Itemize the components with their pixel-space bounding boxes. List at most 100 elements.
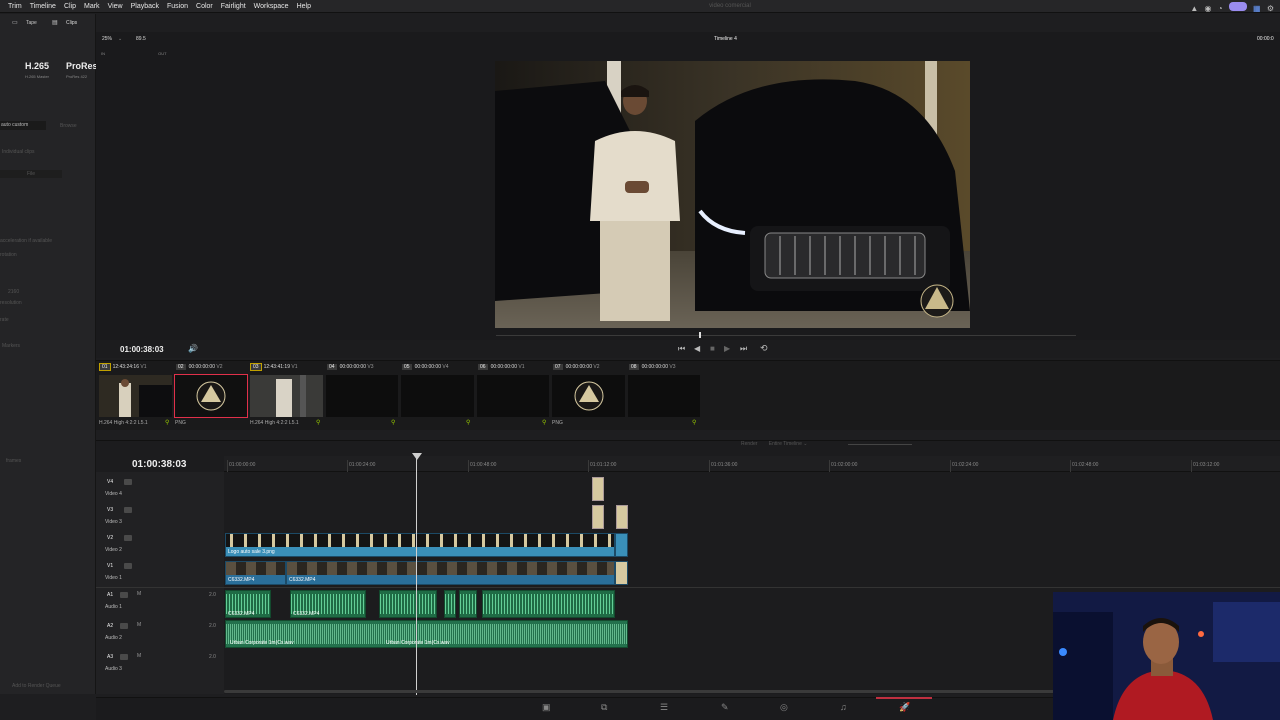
loop-icon[interactable]: ⟲ xyxy=(760,343,768,354)
menu-workspace[interactable]: Workspace xyxy=(250,0,293,13)
clip-thumbnail-7[interactable] xyxy=(552,375,625,417)
track-header-v1[interactable]: V1 Video 1 xyxy=(96,560,224,586)
timeline-clip-v1b[interactable]: C6332.MP4 xyxy=(286,561,615,585)
tape-icon[interactable]: ▭ xyxy=(12,19,18,26)
lock-icon[interactable] xyxy=(124,507,132,513)
viewer-timecode[interactable]: 01:00:38:03 xyxy=(120,345,164,354)
volume-icon[interactable]: 🔊 xyxy=(188,344,198,353)
menu-trim[interactable]: Trim xyxy=(4,0,26,13)
menu-fairlight[interactable]: Fairlight xyxy=(217,0,250,13)
clip-thumbnail-5[interactable] xyxy=(401,375,474,417)
timeline-clip-v1a[interactable]: C6332.MP4 xyxy=(225,561,286,585)
menu-timeline[interactable]: Timeline xyxy=(26,0,60,13)
format-prores[interactable]: ProRes ProRes 422 xyxy=(66,61,96,79)
file-field[interactable]: File xyxy=(0,170,62,178)
timeline-clip-logo-end[interactable] xyxy=(615,533,628,557)
timeline-clip-a1b[interactable]: C6332.MP4 xyxy=(290,590,366,618)
timeline-clip-v3b[interactable] xyxy=(616,505,628,529)
individual-clips-option[interactable]: Individual clips xyxy=(2,149,35,155)
screen-record-icon[interactable] xyxy=(1228,2,1247,11)
track-header-a1[interactable]: A1 M 2.0 Audio 1 xyxy=(96,589,224,619)
skip-back-icon[interactable]: ⏮ xyxy=(678,344,685,354)
lock-icon[interactable] xyxy=(124,479,132,485)
menu-playback[interactable]: Playback xyxy=(127,0,163,13)
acceleration-option[interactable]: acceleration if available xyxy=(0,238,52,244)
logo-strip xyxy=(226,534,614,547)
scrubber-handle[interactable] xyxy=(699,332,701,338)
menu-fusion[interactable]: Fusion xyxy=(163,0,192,13)
tab-tape[interactable]: Tape xyxy=(26,20,37,26)
grid-icon[interactable]: ▦ xyxy=(1253,4,1261,13)
timeline-clip-a1c[interactable] xyxy=(379,590,437,618)
mute-button[interactable]: M xyxy=(137,591,141,597)
zoom-slider[interactable] xyxy=(848,444,912,445)
playhead-handle[interactable] xyxy=(412,453,422,460)
browse-button[interactable]: Browse xyxy=(60,123,77,129)
mute-button[interactable]: M xyxy=(137,622,141,628)
timeline-clip-a1a[interactable]: C6332.MP4 xyxy=(225,590,271,618)
lock-icon[interactable] xyxy=(124,535,132,541)
timeline-ruler[interactable] xyxy=(224,456,1280,472)
track-header-v3[interactable]: V3 Video 3 xyxy=(96,504,224,530)
menu-view[interactable]: View xyxy=(104,0,127,13)
menu-clip[interactable]: Clip xyxy=(60,0,80,13)
cut-page-icon[interactable]: ⧉ xyxy=(601,702,607,713)
format-h265[interactable]: H.265 H.265 Master xyxy=(20,61,54,79)
logo-watermark xyxy=(920,284,954,318)
menu-help[interactable]: Help xyxy=(293,0,315,13)
timeline-clip-a2[interactable]: Urban Corporate 1m(Cx.wav Urban Corporat… xyxy=(225,620,628,648)
timeline-clip-a1e[interactable] xyxy=(459,590,477,618)
resolution-value[interactable]: 2160 xyxy=(8,289,19,295)
preset-field[interactable]: auto custom xyxy=(0,121,46,130)
menu-mark[interactable]: Mark xyxy=(80,0,104,13)
clips-icon[interactable]: ▤ xyxy=(52,19,58,26)
timeline-scrollbar[interactable] xyxy=(224,690,1054,693)
track-header-a2[interactable]: A2 M 2.0 Audio 2 xyxy=(96,620,224,650)
timeline-name[interactable]: Timeline 4 xyxy=(714,36,737,42)
status-icon[interactable]: ◔ xyxy=(1218,4,1223,13)
clip-thumbnail-4[interactable] xyxy=(326,375,398,417)
clip-thumbnail-8[interactable] xyxy=(628,375,700,417)
edit-page-icon[interactable]: ☰ xyxy=(660,702,668,713)
deliver-page-icon[interactable]: 🚀 xyxy=(899,702,910,713)
entire-timeline-dropdown[interactable]: Entire Timeline xyxy=(769,441,802,447)
menu-color[interactable]: Color xyxy=(192,0,217,13)
track-header-a3[interactable]: A3 M 2.0 Audio 3 xyxy=(96,651,224,681)
lock-icon[interactable] xyxy=(120,654,128,660)
wifi-icon[interactable]: ◉ xyxy=(1205,4,1212,13)
lock-icon[interactable] xyxy=(124,563,132,569)
clip-thumbnail-3[interactable] xyxy=(250,375,323,417)
mute-button[interactable]: M xyxy=(137,653,141,659)
timeline-timecode[interactable]: 01:00:38:03 xyxy=(132,459,186,470)
playhead[interactable] xyxy=(416,455,417,695)
clip-thumbnail-2[interactable] xyxy=(174,374,248,418)
zoom-value[interactable]: 89.5 xyxy=(136,36,146,42)
fairlight-page-icon[interactable]: ♫ xyxy=(840,702,847,712)
skip-forward-icon[interactable]: ⏭ xyxy=(740,344,747,354)
timeline-clip-a1f[interactable] xyxy=(482,590,615,618)
fusion-page-icon[interactable]: ✎ xyxy=(721,702,729,713)
play-icon[interactable]: ▶ xyxy=(724,344,730,353)
zoom-dropdown[interactable]: 25% xyxy=(102,36,112,42)
timeline-clip-v1-end[interactable] xyxy=(615,561,628,585)
track-header-v2[interactable]: V2 Video 2 xyxy=(96,532,224,558)
timeline-clip-logo[interactable]: Logo auto sale 3.png xyxy=(225,533,615,557)
clip-thumbnail-1[interactable] xyxy=(99,375,172,417)
color-page-icon[interactable]: ◎ xyxy=(780,702,788,713)
media-page-icon[interactable]: ▣ xyxy=(542,702,551,713)
timeline-clip-v3[interactable] xyxy=(592,505,604,529)
user-icon[interactable]: ▲ xyxy=(1190,4,1198,13)
control-center-icon[interactable]: ⚙ xyxy=(1267,4,1274,13)
lock-icon[interactable] xyxy=(120,623,128,629)
add-to-render-queue-button[interactable]: Add to Render Queue xyxy=(12,683,61,689)
timeline-clip-a1d[interactable] xyxy=(444,590,456,618)
video-frame[interactable] xyxy=(495,61,970,328)
lock-icon[interactable] xyxy=(120,592,128,598)
tab-clips[interactable]: Clips xyxy=(66,20,77,26)
timeline-clip-v4[interactable] xyxy=(592,477,604,501)
stop-icon[interactable]: ■ xyxy=(710,344,715,353)
step-back-icon[interactable]: ◀ xyxy=(694,344,700,353)
clip-thumbnail-6[interactable] xyxy=(477,375,549,417)
track-header-v4[interactable]: V4 Video 4 xyxy=(96,476,224,502)
scrubber-track[interactable] xyxy=(496,335,1076,336)
